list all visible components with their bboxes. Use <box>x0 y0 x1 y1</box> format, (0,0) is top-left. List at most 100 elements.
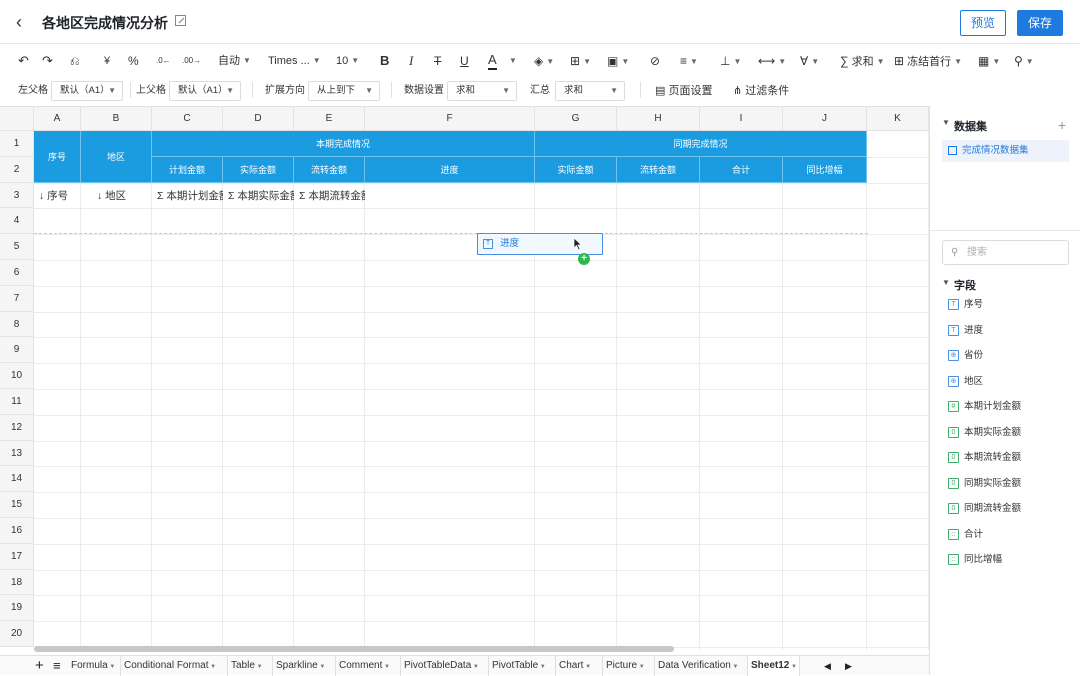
header-cell-flow[interactable]: 流转金额 <box>294 157 365 183</box>
row-header[interactable]: 12 <box>0 414 34 441</box>
column-header[interactable]: A <box>34 107 81 131</box>
redo-icon[interactable]: ↷ <box>42 52 53 70</box>
sheet-tab[interactable]: Sparkline ▼ <box>273 656 336 676</box>
dataset-item[interactable]: 完成情况数据集 <box>942 140 1069 162</box>
sheet-tab[interactable]: PivotTable ▼ <box>489 656 556 676</box>
filter-button[interactable]: ⋔ 过滤条件 <box>733 83 789 99</box>
row-header[interactable]: 11 <box>0 389 34 415</box>
align-left-icon[interactable]: ≡ ▼ <box>680 52 698 70</box>
cell-field-flow[interactable]: Σ 本期流转金额 <box>294 183 365 209</box>
sum-select[interactable]: ∑ 求和 ▼ <box>840 52 885 70</box>
sheet-tab[interactable]: Chart ▼ <box>556 656 603 676</box>
field-item[interactable]: T 序号 <box>948 298 983 312</box>
field-item[interactable]: 0 同期流转金额 <box>948 502 1021 516</box>
horizontal-scrollbar[interactable] <box>34 646 674 652</box>
chevron-down-icon[interactable]: ▼ <box>382 664 390 670</box>
row-header[interactable]: 14 <box>0 466 34 493</box>
row-header[interactable]: 4 <box>0 208 34 235</box>
number-format-select[interactable]: 自动 ▼ <box>218 52 251 70</box>
column-header[interactable]: J <box>783 107 867 131</box>
field-search-input[interactable]: ⚲ 搜索 <box>942 240 1069 265</box>
field-item[interactable]: 0 同期实际金额 <box>948 477 1021 491</box>
increase-decimal-icon[interactable]: .00→ <box>182 52 201 70</box>
chevron-down-icon[interactable]: ▼ <box>583 664 591 670</box>
field-item[interactable]: :: 合计 <box>948 528 983 542</box>
preview-button[interactable]: 预览 <box>960 10 1006 36</box>
row-header[interactable]: 13 <box>0 440 34 467</box>
chevron-down-icon[interactable]: ▼ <box>255 664 263 670</box>
cell-field-plan[interactable]: Σ 本期计划金额 <box>152 183 223 209</box>
sheet-tab[interactable]: Formula ▼ <box>68 656 121 676</box>
collapse-icon[interactable]: ▼ <box>942 118 950 127</box>
italic-button[interactable]: I <box>409 52 413 70</box>
header-cell-last-group[interactable]: 同期完成情况 <box>535 131 867 157</box>
top-parent-select[interactable]: 默认（A1） ▼ <box>169 81 241 101</box>
header-cell-last-flow[interactable]: 流转金额 <box>617 157 700 183</box>
corner-cell[interactable] <box>0 107 34 131</box>
sheet-tab[interactable]: Table ▼ <box>228 656 273 676</box>
sheet-tab[interactable]: Data Verification ▼ <box>655 656 748 676</box>
summary-select[interactable]: 求和 ▼ <box>555 81 625 101</box>
column-header[interactable]: F <box>365 107 535 131</box>
back-icon[interactable]: ‹ <box>16 11 36 33</box>
sheet-tab[interactable]: Conditional Format ▼ <box>121 656 228 676</box>
column-header[interactable]: H <box>617 107 700 131</box>
row-header[interactable]: 8 <box>0 311 34 338</box>
page-setup-button[interactable]: ▤ 页面设置 <box>655 83 712 99</box>
sheet-tab[interactable]: Comment ▼ <box>336 656 401 676</box>
field-item[interactable]: 0 本期流转金额 <box>948 451 1021 465</box>
chevron-down-icon[interactable]: ▼ <box>637 664 645 670</box>
row-header[interactable]: 17 <box>0 543 34 570</box>
freeze-select[interactable]: ⊞ 冻结首行 ▼ <box>894 52 962 70</box>
chevron-down-icon[interactable]: ▼ <box>208 664 216 670</box>
save-button[interactable]: 保存 <box>1017 10 1063 36</box>
header-cell-current-group[interactable]: 本期完成情况 <box>152 131 535 157</box>
search-icon[interactable]: ⚲ ▼ <box>1014 52 1034 70</box>
field-item[interactable]: # 本期计划金额 <box>948 400 1021 414</box>
chevron-down-icon[interactable]: ▼ <box>108 664 115 670</box>
border-icon[interactable]: ⊞ ▼ <box>570 52 591 70</box>
column-header[interactable]: C <box>152 107 223 131</box>
column-header[interactable]: I <box>700 107 783 131</box>
scroll-left-icon[interactable]: ◀ <box>824 656 831 676</box>
sheet-list-icon[interactable]: ≡ <box>53 656 61 675</box>
chevron-down-icon[interactable]: ▼ <box>506 52 517 70</box>
format-painter-icon[interactable]: ⎌ <box>70 52 80 70</box>
cell-field-actual[interactable]: Σ 本期实际金额 <box>223 183 294 209</box>
column-header[interactable]: E <box>294 107 365 131</box>
font-color-button[interactable]: A <box>488 52 497 70</box>
undo-icon[interactable]: ↶ <box>18 52 29 70</box>
field-item[interactable]: :: 同比增幅 <box>948 553 1002 567</box>
text-wrap-icon[interactable]: ⟷ ▼ <box>758 52 786 70</box>
header-cell-yoy[interactable]: 同比增幅 <box>783 157 867 183</box>
collapse-icon[interactable]: ▼ <box>942 278 950 287</box>
field-item[interactable]: 0 本期实际金额 <box>948 426 1021 440</box>
header-cell-seq[interactable]: 序号 <box>34 131 81 183</box>
header-cell-last-actual[interactable]: 实际金额 <box>535 157 617 183</box>
sheet-tab[interactable]: Sheet12 ▼ <box>748 656 800 676</box>
font-size-select[interactable]: 10 ▼ <box>336 52 359 70</box>
chevron-down-icon[interactable]: ▼ <box>789 664 797 670</box>
currency-button[interactable]: ¥ <box>104 52 110 70</box>
clear-format-icon[interactable]: ⊘ <box>650 52 660 70</box>
row-header[interactable]: 6 <box>0 260 34 286</box>
expand-direction-select[interactable]: 从上到下 ▼ <box>308 81 380 101</box>
row-header[interactable]: 15 <box>0 492 34 518</box>
scroll-right-icon[interactable]: ▶ <box>845 656 852 676</box>
field-item[interactable]: T 进度 <box>948 324 983 338</box>
row-header[interactable]: 19 <box>0 595 34 622</box>
header-cell-progress[interactable]: 进度 <box>365 157 535 183</box>
sheet-tab[interactable]: PivotTableData ▼ <box>401 656 489 676</box>
field-item[interactable]: ⊕ 地区 <box>948 375 983 389</box>
column-header[interactable]: B <box>81 107 152 131</box>
data-setting-select[interactable]: 求和 ▼ <box>447 81 517 101</box>
underline-button[interactable]: U <box>460 52 469 70</box>
spreadsheet-grid[interactable]: A B C D E F G H I J K 1 2 3 4 5 6 7 8 9 10 11 12 13 1… <box>0 106 929 650</box>
chevron-down-icon[interactable]: ▼ <box>471 664 479 670</box>
percent-button[interactable]: % <box>128 52 139 70</box>
field-item[interactable]: ⊕ 省份 <box>948 349 983 363</box>
sheet-tab[interactable]: Picture ▼ <box>603 656 655 676</box>
header-cell-region[interactable]: 地区 <box>81 131 152 183</box>
decrease-decimal-icon[interactable]: .0← <box>156 52 171 70</box>
vertical-align-icon[interactable]: ⊥ ▼ <box>720 52 741 70</box>
